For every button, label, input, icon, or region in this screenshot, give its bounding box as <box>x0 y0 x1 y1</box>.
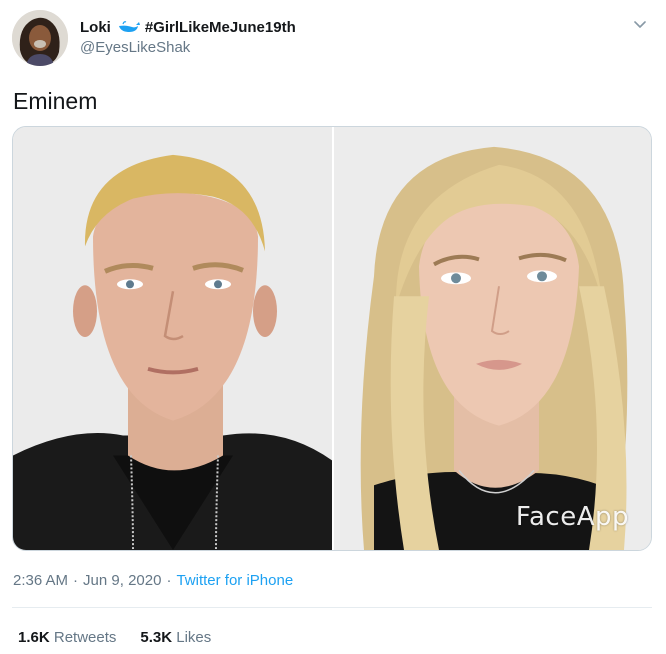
photo-left[interactable] <box>13 127 332 550</box>
faceapp-watermark: FaceApp <box>515 502 629 532</box>
retweets-stat[interactable]: 1.6K Retweets <box>18 629 116 646</box>
retweets-count: 1.6K <box>18 629 50 646</box>
stats-divider <box>12 607 652 608</box>
tweet-time[interactable]: 2:36 AM <box>13 572 68 589</box>
tweet-header: Loki #GirlLikeMeJune19th @EyesLikeShak <box>12 10 652 66</box>
meta-separator: · <box>73 572 79 589</box>
name-row: Loki #GirlLikeMeJune19th <box>80 17 296 37</box>
avatar-image <box>12 10 68 66</box>
user-handle[interactable]: @EyesLikeShak <box>80 39 296 56</box>
tweet-text: Eminem <box>13 88 98 114</box>
user-names: Loki #GirlLikeMeJune19th @EyesLikeShak <box>80 17 296 57</box>
likes-count: 5.3K <box>140 629 173 646</box>
chevron-down-icon[interactable] <box>632 16 648 32</box>
display-name[interactable]: Loki <box>80 19 111 36</box>
tweet-date[interactable]: Jun 9, 2020 <box>83 572 161 589</box>
tweet: Loki #GirlLikeMeJune19th @EyesLikeShak E… <box>0 0 666 654</box>
photo-right[interactable] <box>334 127 652 550</box>
tweet-source-link[interactable]: Twitter for iPhone <box>176 572 293 589</box>
avatar[interactable] <box>12 10 68 66</box>
likes-stat[interactable]: 5.3K Likes <box>140 629 211 646</box>
tweet-media[interactable]: FaceApp <box>12 126 652 551</box>
likes-label: Likes <box>176 629 212 646</box>
display-name-hashtag: #GirlLikeMeJune19th <box>144 18 296 36</box>
tweet-stats: 1.6K Retweets 5.3K Likes <box>18 629 235 646</box>
tweet-meta: 2:36 AM · Jun 9, 2020 · Twitter for iPho… <box>13 572 293 589</box>
retweets-label: Retweets <box>53 629 117 646</box>
whale-icon <box>117 20 141 34</box>
meta-separator: · <box>166 572 172 589</box>
